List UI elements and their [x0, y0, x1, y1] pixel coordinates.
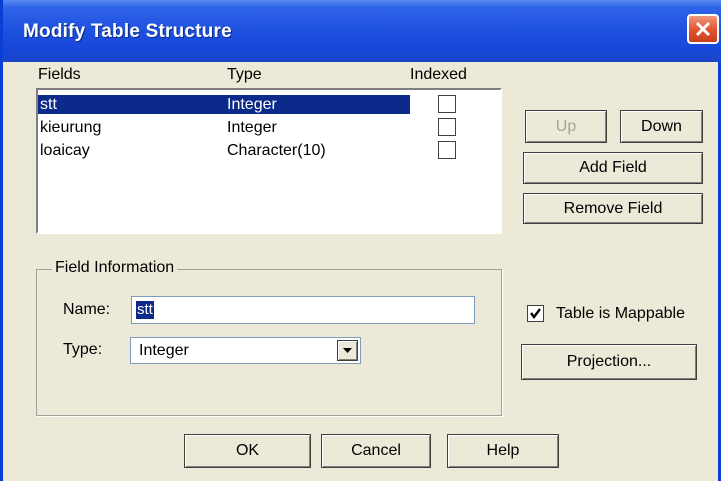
name-input[interactable]: stt — [131, 296, 475, 324]
up-button[interactable]: Up — [525, 110, 607, 143]
field-name: kieurung — [40, 119, 102, 136]
indexed-checkbox-stt[interactable] — [438, 95, 456, 113]
type-select[interactable]: Integer — [130, 337, 361, 364]
field-type: Integer — [227, 119, 277, 136]
field-row-loaicay[interactable]: loaicay Character(10) — [38, 141, 410, 160]
field-row-stt[interactable]: stt Integer — [38, 95, 410, 114]
table-is-mappable-label: Table is Mappable — [556, 305, 685, 322]
down-button[interactable]: Down — [620, 110, 703, 143]
field-type: Character(10) — [227, 142, 326, 159]
type-label: Type: — [63, 341, 103, 358]
close-icon — [695, 21, 711, 37]
column-header-indexed: Indexed — [410, 66, 467, 83]
column-header-type: Type — [227, 66, 262, 83]
remove-field-button[interactable]: Remove Field — [523, 193, 703, 224]
cancel-button[interactable]: Cancel — [321, 434, 431, 468]
field-name: stt — [40, 96, 57, 113]
name-input-value: stt — [136, 301, 154, 319]
indexed-checkbox-loaicay[interactable] — [438, 141, 456, 159]
add-field-button[interactable]: Add Field — [523, 152, 703, 184]
indexed-checkbox-kieurung[interactable] — [438, 118, 456, 136]
field-name: loaicay — [40, 142, 90, 159]
column-header-fields: Fields — [38, 66, 81, 83]
checkmark-icon — [530, 308, 541, 319]
close-button[interactable] — [687, 14, 719, 44]
ok-button[interactable]: OK — [184, 434, 311, 468]
fields-list[interactable]: stt Integer kieurung Integer loaicay Cha… — [36, 88, 502, 234]
type-dropdown-button[interactable] — [337, 340, 358, 361]
modify-table-structure-dialog: Modify Table Structure Fields Type Index… — [0, 0, 721, 481]
window-title: Modify Table Structure — [23, 21, 232, 42]
field-type: Integer — [227, 96, 277, 113]
table-is-mappable-checkbox[interactable] — [527, 305, 544, 322]
field-row-kieurung[interactable]: kieurung Integer — [38, 118, 410, 137]
projection-button[interactable]: Projection... — [521, 344, 697, 380]
type-select-value: Integer — [139, 342, 189, 359]
chevron-down-icon — [343, 348, 352, 353]
title-bar[interactable]: Modify Table Structure — [3, 0, 721, 62]
name-label: Name: — [63, 301, 111, 318]
help-button[interactable]: Help — [447, 434, 559, 468]
field-information-legend: Field Information — [52, 259, 178, 277]
